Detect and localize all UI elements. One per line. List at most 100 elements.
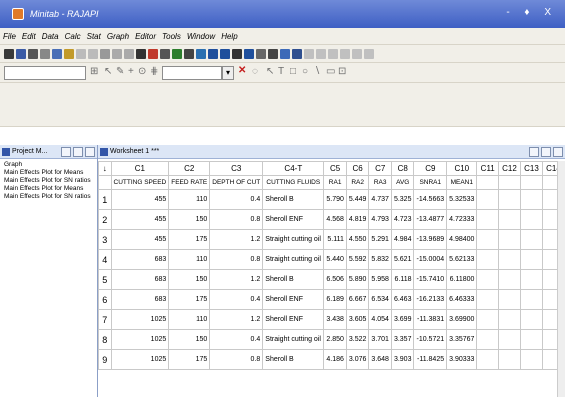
data-cell[interactable]: 683	[110, 249, 170, 270]
tree-item-graph[interactable]: Graph	[4, 161, 93, 169]
empty-cell[interactable]	[520, 229, 543, 250]
menu-calc[interactable]: Calc	[62, 28, 84, 45]
add-text-icon[interactable]: +	[128, 66, 134, 77]
data-cell[interactable]: 6.46333	[446, 289, 478, 310]
column-header[interactable]: C3	[209, 161, 264, 176]
crosshair-icon[interactable]	[316, 49, 326, 59]
empty-cell[interactable]	[520, 189, 543, 210]
data-cell[interactable]: -16.2133	[413, 289, 448, 310]
column-header[interactable]: C1	[110, 161, 170, 176]
close-icon[interactable]	[85, 147, 95, 157]
column-name-field[interactable]	[4, 66, 86, 80]
data-cell[interactable]: 3.701	[368, 329, 392, 350]
ellipse-tool-icon[interactable]: ○	[302, 66, 308, 77]
column-header[interactable]: C12	[498, 161, 521, 176]
edit-icon[interactable]	[364, 49, 374, 59]
data-cell[interactable]: 4.568	[323, 209, 347, 230]
menu-editor[interactable]: Editor	[132, 28, 159, 45]
data-cell[interactable]: Sheroll ENF	[262, 209, 325, 230]
select-tool-icon[interactable]: ◌	[252, 66, 258, 77]
brush-icon[interactable]	[304, 49, 314, 59]
data-cell[interactable]: -10.5721	[413, 329, 448, 350]
worksheet-folder-icon[interactable]	[208, 49, 218, 59]
column-name-cell[interactable]	[476, 175, 500, 190]
column-header[interactable]: C8	[390, 161, 415, 176]
pencil-icon[interactable]: ✎	[116, 66, 124, 77]
related-icon[interactable]	[256, 49, 266, 59]
empty-cell[interactable]	[498, 329, 521, 350]
data-cell[interactable]: 1.2	[209, 269, 264, 290]
column-header[interactable]: C9	[413, 161, 448, 176]
tree-item[interactable]: Main Effects Plot for Means	[4, 169, 93, 177]
data-cell[interactable]: 3.35767	[446, 329, 478, 350]
empty-cell[interactable]	[498, 229, 521, 250]
find-icon[interactable]	[136, 49, 146, 59]
data-cell[interactable]: 150	[168, 329, 211, 350]
data-cell[interactable]: 4.72333	[446, 209, 478, 230]
data-cell[interactable]: 5.32533	[446, 189, 478, 210]
data-cell[interactable]: 175	[168, 229, 211, 250]
empty-cell[interactable]	[498, 209, 521, 230]
row-header[interactable]: 3	[98, 229, 112, 250]
data-cell[interactable]: 5.111	[323, 229, 347, 250]
lock-icon[interactable]: ⊞	[90, 66, 98, 77]
row-header[interactable]: 7	[98, 309, 112, 330]
data-cell[interactable]: 3.69900	[446, 309, 478, 330]
menu-edit[interactable]: Edit	[19, 28, 39, 45]
data-cell[interactable]: -15.0004	[413, 249, 448, 270]
data-cell[interactable]: 4.550	[345, 229, 370, 250]
empty-cell[interactable]	[498, 269, 521, 290]
data-cell[interactable]: 6.506	[323, 269, 347, 290]
row-header[interactable]: 6	[98, 289, 112, 310]
polygon-tool-icon[interactable]: ▭	[326, 66, 335, 77]
close-icon[interactable]	[553, 147, 563, 157]
project-manager-header[interactable]: Project M...	[0, 145, 97, 159]
data-cell[interactable]: 110	[168, 309, 211, 330]
data-cell[interactable]: Straight cutting oil	[262, 229, 325, 250]
row-header[interactable]: 8	[98, 329, 112, 350]
cut-icon[interactable]	[40, 49, 50, 59]
show-graphs-icon[interactable]	[184, 49, 194, 59]
menu-help[interactable]: Help	[218, 28, 240, 45]
row-header[interactable]: 2	[98, 209, 112, 230]
column-name-cell[interactable]: FEED RATE	[168, 175, 211, 190]
text-tool-icon[interactable]: T	[278, 66, 284, 77]
maximize-icon[interactable]	[73, 147, 83, 157]
cancel-icon[interactable]	[172, 49, 182, 59]
empty-cell[interactable]	[520, 309, 543, 330]
column-header[interactable]: C2	[168, 161, 211, 176]
data-cell[interactable]: 6.463	[390, 289, 415, 310]
data-cell[interactable]: 6.534	[368, 289, 392, 310]
redo-icon[interactable]	[88, 49, 98, 59]
empty-cell[interactable]	[520, 209, 543, 230]
data-cell[interactable]: 6.667	[345, 289, 370, 310]
row-header[interactable]: 9	[98, 349, 112, 370]
empty-cell[interactable]	[520, 269, 543, 290]
data-cell[interactable]: 4.98400	[446, 229, 478, 250]
empty-cell[interactable]	[520, 349, 543, 370]
save-icon[interactable]	[16, 49, 26, 59]
copy-icon[interactable]	[52, 49, 62, 59]
data-cell[interactable]: 3.438	[323, 309, 347, 330]
maximize-icon[interactable]	[541, 147, 551, 157]
data-cell[interactable]: Sheroll ENF	[262, 309, 325, 330]
data-cell[interactable]: 4.819	[345, 209, 370, 230]
data-cell[interactable]: 4.186	[323, 349, 347, 370]
column-name-cell[interactable]	[520, 175, 543, 190]
data-cell[interactable]: -11.8425	[413, 349, 448, 370]
menu-file[interactable]: File	[0, 28, 19, 45]
data-cell[interactable]: -11.3831	[413, 309, 448, 330]
arrow-tool-icon[interactable]: ↖	[266, 66, 274, 77]
data-cell[interactable]: 3.90333	[446, 349, 478, 370]
delete-icon[interactable]: ✕	[238, 65, 246, 76]
data-cell[interactable]: -15.7410	[413, 269, 448, 290]
data-cell[interactable]: Sheroll ENF	[262, 289, 325, 310]
session-window-icon[interactable]	[160, 49, 170, 59]
data-cell[interactable]: -13.4877	[413, 209, 448, 230]
vertical-scrollbar[interactable]	[557, 161, 565, 397]
data-cell[interactable]: Sheroll B	[262, 269, 325, 290]
pointer-icon[interactable]: ↖	[104, 66, 112, 77]
empty-cell[interactable]	[476, 229, 500, 250]
empty-cell[interactable]	[498, 289, 521, 310]
data-cell[interactable]: 3.357	[390, 329, 415, 350]
